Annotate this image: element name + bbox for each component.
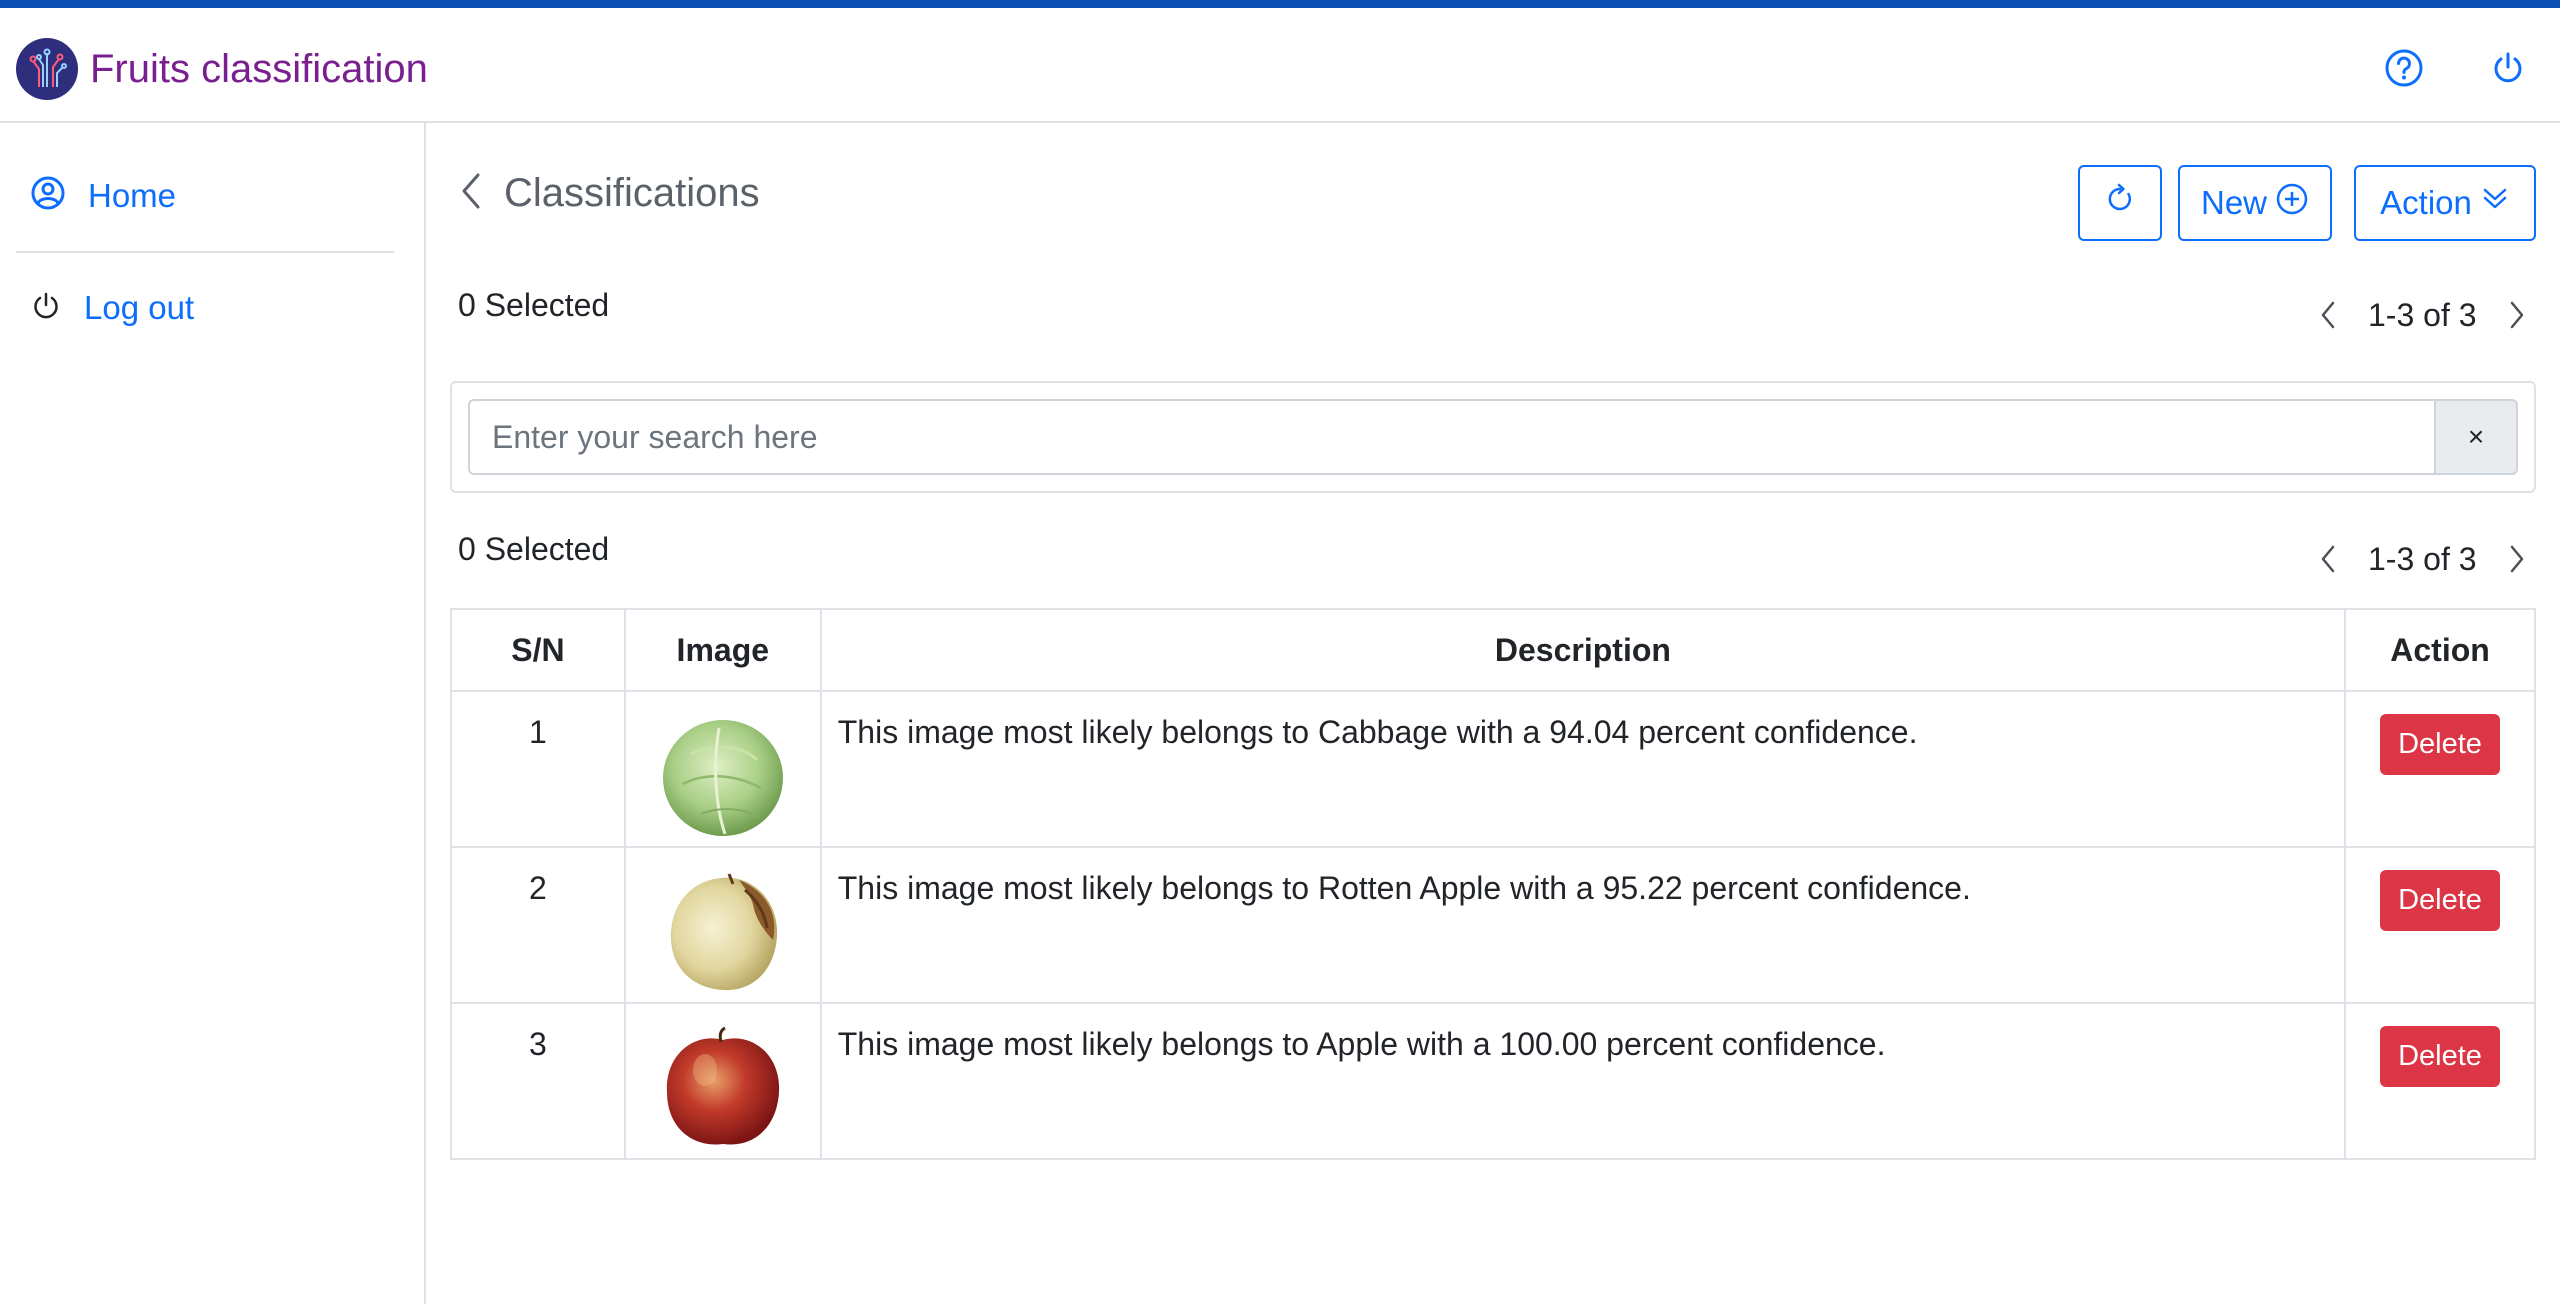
clear-search-button[interactable]: × bbox=[2434, 399, 2518, 475]
sidebar-item-label: Home bbox=[88, 176, 177, 214]
action-button[interactable]: Action bbox=[2354, 165, 2536, 241]
new-button[interactable]: New bbox=[2178, 165, 2332, 241]
app-title: Fruits classification bbox=[90, 46, 428, 91]
row-sn: 3 bbox=[450, 1002, 626, 1160]
sidebar-item-label: Log out bbox=[84, 289, 195, 326]
top-accent-bar bbox=[0, 0, 2560, 8]
chevron-left-icon bbox=[458, 171, 484, 216]
power-icon[interactable] bbox=[2484, 44, 2532, 92]
sidebar-divider bbox=[16, 251, 394, 253]
prev-page-button[interactable] bbox=[2308, 295, 2348, 335]
column-header-description: Description bbox=[819, 608, 2347, 692]
table-row: 2 This image most likely belongs to Rott… bbox=[450, 846, 2536, 1004]
power-icon bbox=[30, 290, 62, 327]
pagination-range: 1-3 of 3 bbox=[2368, 296, 2477, 333]
page-title: Classifications bbox=[504, 171, 760, 215]
row-sn: 2 bbox=[450, 846, 626, 1004]
delete-button[interactable]: Delete bbox=[2380, 870, 2500, 931]
selected-count: 0 Selected bbox=[458, 531, 610, 567]
double-chevron-down-icon bbox=[2480, 184, 2510, 222]
sidebar-item-home[interactable]: Home bbox=[30, 175, 176, 216]
search-card: × bbox=[450, 381, 2536, 493]
plus-circle-icon bbox=[2275, 182, 2309, 224]
apple-image bbox=[661, 1026, 785, 1150]
table-header-row: S/N Image Description Action bbox=[450, 608, 2536, 692]
sidebar-item-logout[interactable]: Log out bbox=[30, 289, 194, 327]
selected-count: 0 Selected bbox=[458, 287, 610, 323]
prev-page-button[interactable] bbox=[2308, 539, 2348, 579]
row-description: This image most likely belongs to Cabbag… bbox=[819, 690, 2347, 848]
row-description: This image most likely belongs to Apple … bbox=[819, 1002, 2347, 1160]
table-row: 3 This image most likely belongs to Appl… bbox=[450, 1002, 2536, 1160]
help-circle-icon[interactable] bbox=[2380, 44, 2428, 92]
pagination: 1-3 of 3 bbox=[2308, 295, 2537, 335]
column-header-action: Action bbox=[2344, 608, 2536, 692]
next-page-button[interactable] bbox=[2497, 295, 2537, 335]
brand[interactable]: Fruits classification bbox=[16, 38, 428, 100]
pagination-range: 1-3 of 3 bbox=[2368, 540, 2477, 577]
column-header-sn: S/N bbox=[450, 608, 626, 692]
user-circle-icon bbox=[30, 175, 66, 216]
delete-button[interactable]: Delete bbox=[2380, 714, 2500, 775]
app-logo-icon bbox=[16, 38, 78, 100]
refresh-icon bbox=[2104, 183, 2136, 223]
sidebar: Home Log out bbox=[0, 123, 426, 1304]
table-row: 1 This image most likely belongs to Cabb… bbox=[450, 690, 2536, 848]
next-page-button[interactable] bbox=[2497, 539, 2537, 579]
rotten-apple-image bbox=[661, 870, 785, 994]
row-description: This image most likely belongs to Rotten… bbox=[819, 846, 2347, 1004]
close-icon: × bbox=[2467, 421, 2485, 452]
row-sn: 1 bbox=[450, 690, 626, 848]
back-button[interactable]: Classifications bbox=[458, 171, 760, 216]
cabbage-image bbox=[661, 714, 785, 838]
main-content: Classifications New Action 0 Selected 1-… bbox=[428, 123, 2560, 1304]
new-button-label: New bbox=[2200, 184, 2268, 221]
pagination: 1-3 of 3 bbox=[2308, 539, 2537, 579]
search-input[interactable] bbox=[468, 399, 2434, 475]
classifications-table: S/N Image Description Action 1 This imag… bbox=[450, 608, 2536, 1160]
delete-button[interactable]: Delete bbox=[2380, 1026, 2500, 1087]
column-header-image: Image bbox=[623, 608, 822, 692]
refresh-button[interactable] bbox=[2078, 165, 2162, 241]
action-button-label: Action bbox=[2380, 184, 2472, 221]
app-header: Fruits classification bbox=[0, 8, 2560, 123]
